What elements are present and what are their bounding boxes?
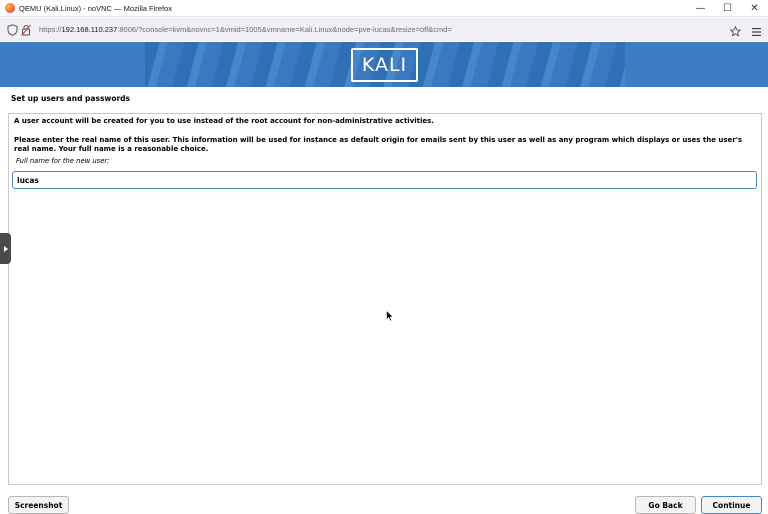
explanation-text: Please enter the real name of this user.… (14, 136, 743, 153)
bookmark-star-icon[interactable] (729, 22, 742, 41)
window-controls: — ☐ ✕ (687, 0, 768, 17)
url-path: :8006/?console=kvm&novnc=1&vmid=1005&vmn… (117, 25, 452, 34)
full-name-input[interactable] (12, 171, 757, 189)
window-title: QEMU (Kali.Linux) - noVNC — Mozilla Fire… (19, 3, 172, 13)
full-name-label: Full name for the new user: (16, 157, 110, 165)
maximize-button[interactable]: ☐ (714, 0, 741, 17)
intro-text: A user account will be created for you t… (14, 117, 434, 125)
window-titlebar: QEMU (Kali.Linux) - noVNC — Mozilla Fire… (0, 0, 768, 17)
expand-arrow-icon (3, 245, 8, 252)
content-panel (8, 113, 762, 485)
go-back-button[interactable]: Go Back (635, 496, 696, 514)
minimize-button[interactable]: — (687, 0, 714, 17)
page-title: Set up users and passwords (11, 94, 131, 103)
menu-icon[interactable] (751, 22, 762, 41)
close-button[interactable]: ✕ (741, 0, 768, 17)
screenshot-button[interactable]: Screenshot (8, 496, 69, 514)
address-bar[interactable]: https://192.168.110.237:8006/?console=kv… (0, 18, 768, 41)
novnc-sidebar-handle[interactable] (0, 233, 11, 264)
mouse-cursor-icon (386, 307, 394, 326)
lock-icon[interactable] (19, 23, 33, 37)
shield-icon[interactable] (5, 23, 19, 37)
continue-button[interactable]: Continue (701, 496, 762, 514)
firefox-logo-icon (5, 3, 15, 13)
toolbar-right (729, 22, 762, 41)
url-text[interactable]: https://192.168.110.237:8006/?console=kv… (39, 25, 452, 34)
url-host: 192.168.110.237 (61, 25, 118, 34)
url-prefix: https:// (39, 25, 62, 34)
kali-logo: KALI (351, 48, 418, 82)
